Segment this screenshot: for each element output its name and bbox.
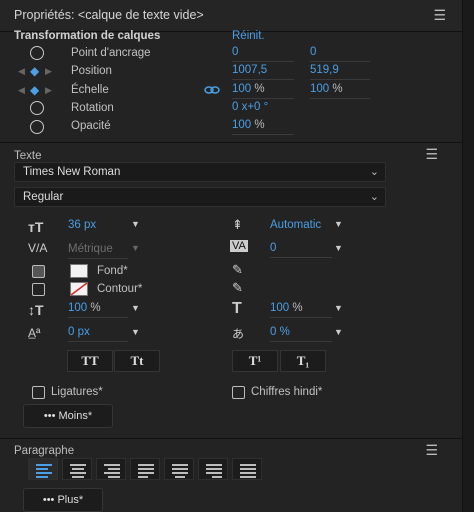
font-size-icon: тT bbox=[28, 219, 44, 235]
small-caps-button[interactable]: Tt bbox=[114, 350, 160, 372]
panel-header: Propriétés: <calque de texte vide> ☰ bbox=[0, 0, 474, 32]
all-caps-button[interactable]: TT bbox=[67, 350, 113, 372]
subscript-button[interactable]: T₁ bbox=[280, 350, 326, 372]
align-right-button[interactable] bbox=[96, 458, 126, 480]
scale-x-input[interactable]: 100 % bbox=[232, 83, 294, 99]
rotation-label: Rotation bbox=[71, 102, 114, 114]
position-label: Position bbox=[71, 65, 112, 77]
horizontal-scale-input[interactable]: 100 % bbox=[270, 302, 332, 318]
stroke-label: Contour* bbox=[97, 283, 143, 295]
tsume-icon: あ bbox=[232, 327, 245, 341]
keyframe-diamond-icon[interactable]: ◆ bbox=[30, 83, 39, 97]
vertical-scale-icon: ↕T bbox=[28, 302, 44, 318]
tracking-input[interactable]: 0 bbox=[270, 242, 332, 258]
justify-right-button[interactable] bbox=[198, 458, 228, 480]
tracking-icon: VA bbox=[230, 240, 248, 252]
vertical-scale-input[interactable]: 100 % bbox=[68, 302, 128, 318]
justify-left-button[interactable] bbox=[130, 458, 160, 480]
next-keyframe-icon[interactable]: ▶ bbox=[45, 85, 52, 96]
leading-icon: ⇞ bbox=[232, 217, 243, 232]
stroke-checkbox[interactable] bbox=[32, 283, 45, 296]
keyframe-diamond-icon[interactable]: ◆ bbox=[30, 64, 39, 78]
transform-title: Transformation de calques bbox=[14, 30, 161, 42]
eyedropper-icon[interactable]: ✎ bbox=[232, 262, 243, 278]
fill-color-swatch[interactable] bbox=[70, 264, 88, 278]
link-icon[interactable] bbox=[204, 85, 220, 95]
caret-down-icon[interactable]: ▼ bbox=[334, 243, 343, 253]
position-x-input[interactable]: 1007,5 bbox=[232, 64, 294, 80]
font-size-input[interactable]: 36 px bbox=[68, 219, 128, 235]
font-family-value: Times New Roman bbox=[23, 166, 121, 178]
fill-label: Fond* bbox=[97, 265, 128, 277]
opacity-input[interactable]: 100 % bbox=[232, 119, 294, 135]
baseline-shift-icon: A̲ª bbox=[28, 326, 41, 340]
chevron-down-icon: ⌄ bbox=[369, 191, 379, 203]
hindi-digits-checkbox[interactable] bbox=[232, 386, 245, 399]
caret-down-icon[interactable]: ▼ bbox=[334, 219, 343, 229]
stroke-color-swatch[interactable] bbox=[70, 282, 88, 296]
panel-edge bbox=[462, 0, 474, 512]
caret-down-icon[interactable]: ▼ bbox=[131, 243, 140, 253]
text-section-title: Texte bbox=[14, 150, 42, 162]
chevron-down-icon: ⌄ bbox=[369, 166, 379, 178]
justify-center-button[interactable] bbox=[164, 458, 194, 480]
position-y-input[interactable]: 519,9 bbox=[310, 64, 370, 80]
scale-label: Échelle bbox=[71, 84, 109, 96]
paragraph-align-group bbox=[28, 458, 262, 480]
superscript-button[interactable]: T¹ bbox=[232, 350, 278, 372]
prev-keyframe-icon[interactable]: ◀ bbox=[18, 85, 25, 96]
align-center-button[interactable] bbox=[62, 458, 92, 480]
ligatures-label: Ligatures* bbox=[51, 386, 103, 398]
less-options-button[interactable]: ••• Moins* bbox=[23, 404, 113, 428]
paragraph-title: Paragraphe bbox=[14, 445, 75, 457]
anchor-x-input[interactable]: 0 bbox=[232, 46, 294, 62]
anchor-y-input[interactable]: 0 bbox=[310, 46, 370, 62]
align-left-button[interactable] bbox=[28, 458, 58, 480]
tsume-input[interactable]: 0 % bbox=[270, 326, 332, 342]
leading-input[interactable]: Automatic bbox=[270, 219, 332, 235]
caret-down-icon[interactable]: ▼ bbox=[334, 303, 343, 313]
horizontal-scale-icon: T bbox=[232, 300, 242, 317]
caret-down-icon[interactable]: ▼ bbox=[131, 219, 140, 229]
panel-title: Propriétés: <calque de texte vide> bbox=[14, 8, 204, 22]
eyedropper-icon[interactable]: ✎ bbox=[232, 280, 243, 296]
kerning-input[interactable]: Métrique bbox=[68, 243, 128, 259]
justify-all-button[interactable] bbox=[232, 458, 262, 480]
opacity-label: Opacité bbox=[71, 120, 111, 132]
text-menu-icon[interactable]: ☰ bbox=[425, 146, 438, 163]
font-style-dropdown[interactable]: Regular ⌄ bbox=[14, 187, 386, 207]
ligatures-checkbox[interactable] bbox=[32, 386, 45, 399]
stopwatch-icon[interactable] bbox=[30, 120, 44, 134]
kerning-icon: V/A bbox=[28, 241, 48, 255]
caret-down-icon[interactable]: ▼ bbox=[334, 327, 343, 337]
fill-checkbox[interactable] bbox=[32, 265, 45, 278]
baseline-shift-input[interactable]: 0 px bbox=[68, 326, 128, 342]
reset-link[interactable]: Réinit. bbox=[232, 30, 265, 42]
anchor-label: Point d'ancrage bbox=[71, 47, 151, 59]
scale-y-input[interactable]: 100 % bbox=[310, 83, 370, 99]
font-family-dropdown[interactable]: Times New Roman ⌄ bbox=[14, 162, 386, 182]
stopwatch-icon[interactable] bbox=[30, 101, 44, 115]
panel-menu-icon[interactable]: ☰ bbox=[433, 7, 446, 24]
next-keyframe-icon[interactable]: ▶ bbox=[45, 66, 52, 77]
more-options-button[interactable]: ••• Plus* bbox=[23, 488, 103, 512]
caret-down-icon[interactable]: ▼ bbox=[131, 327, 140, 337]
prev-keyframe-icon[interactable]: ◀ bbox=[18, 66, 25, 77]
paragraph-menu-icon[interactable]: ☰ bbox=[425, 442, 438, 459]
rotation-input[interactable]: 0 x+0 ° bbox=[232, 101, 294, 117]
stopwatch-icon[interactable] bbox=[30, 46, 44, 60]
font-style-value: Regular bbox=[23, 191, 64, 203]
hindi-digits-label: Chiffres hindi* bbox=[251, 386, 323, 398]
caret-down-icon[interactable]: ▼ bbox=[131, 303, 140, 313]
